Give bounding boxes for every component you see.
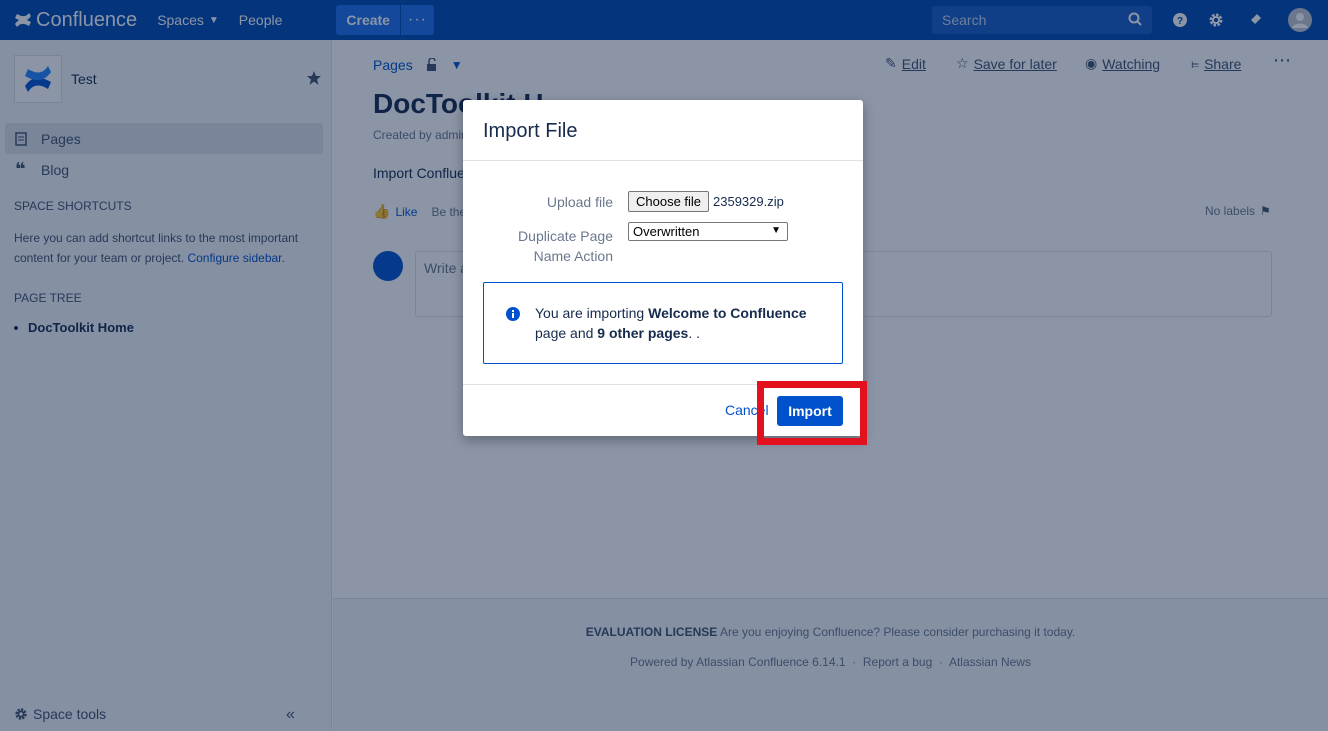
selected-file-name: 2359329.zip: [713, 194, 784, 209]
upload-file-label: Upload file: [546, 194, 613, 210]
duplicate-label-line1: Duplicate Page: [518, 228, 613, 244]
dialog-title: Import File: [483, 120, 578, 142]
duplicate-action-select[interactable]: Overwritten ▼: [628, 222, 788, 241]
info-page-name: Welcome to Confluence: [648, 305, 807, 321]
info-icon: [506, 307, 520, 321]
info-message: You are importing Welcome to Confluence …: [483, 282, 843, 364]
info-post: . .: [688, 325, 700, 341]
info-mid: page and: [535, 325, 598, 341]
info-pre: You are importing: [535, 305, 649, 321]
highlight-box: [757, 381, 867, 445]
choose-file-button[interactable]: Choose file: [628, 191, 710, 212]
duplicate-action-label: Duplicate Page Name Action: [463, 226, 613, 266]
selected-option: Overwritten: [633, 224, 700, 239]
divider: [463, 160, 863, 161]
duplicate-label-line2: Name Action: [533, 248, 613, 264]
info-page-count: 9 other pages: [597, 325, 689, 341]
info-text: You are importing Welcome to Confluence …: [535, 303, 825, 343]
dropdown-arrow-icon: ▼: [771, 225, 781, 236]
